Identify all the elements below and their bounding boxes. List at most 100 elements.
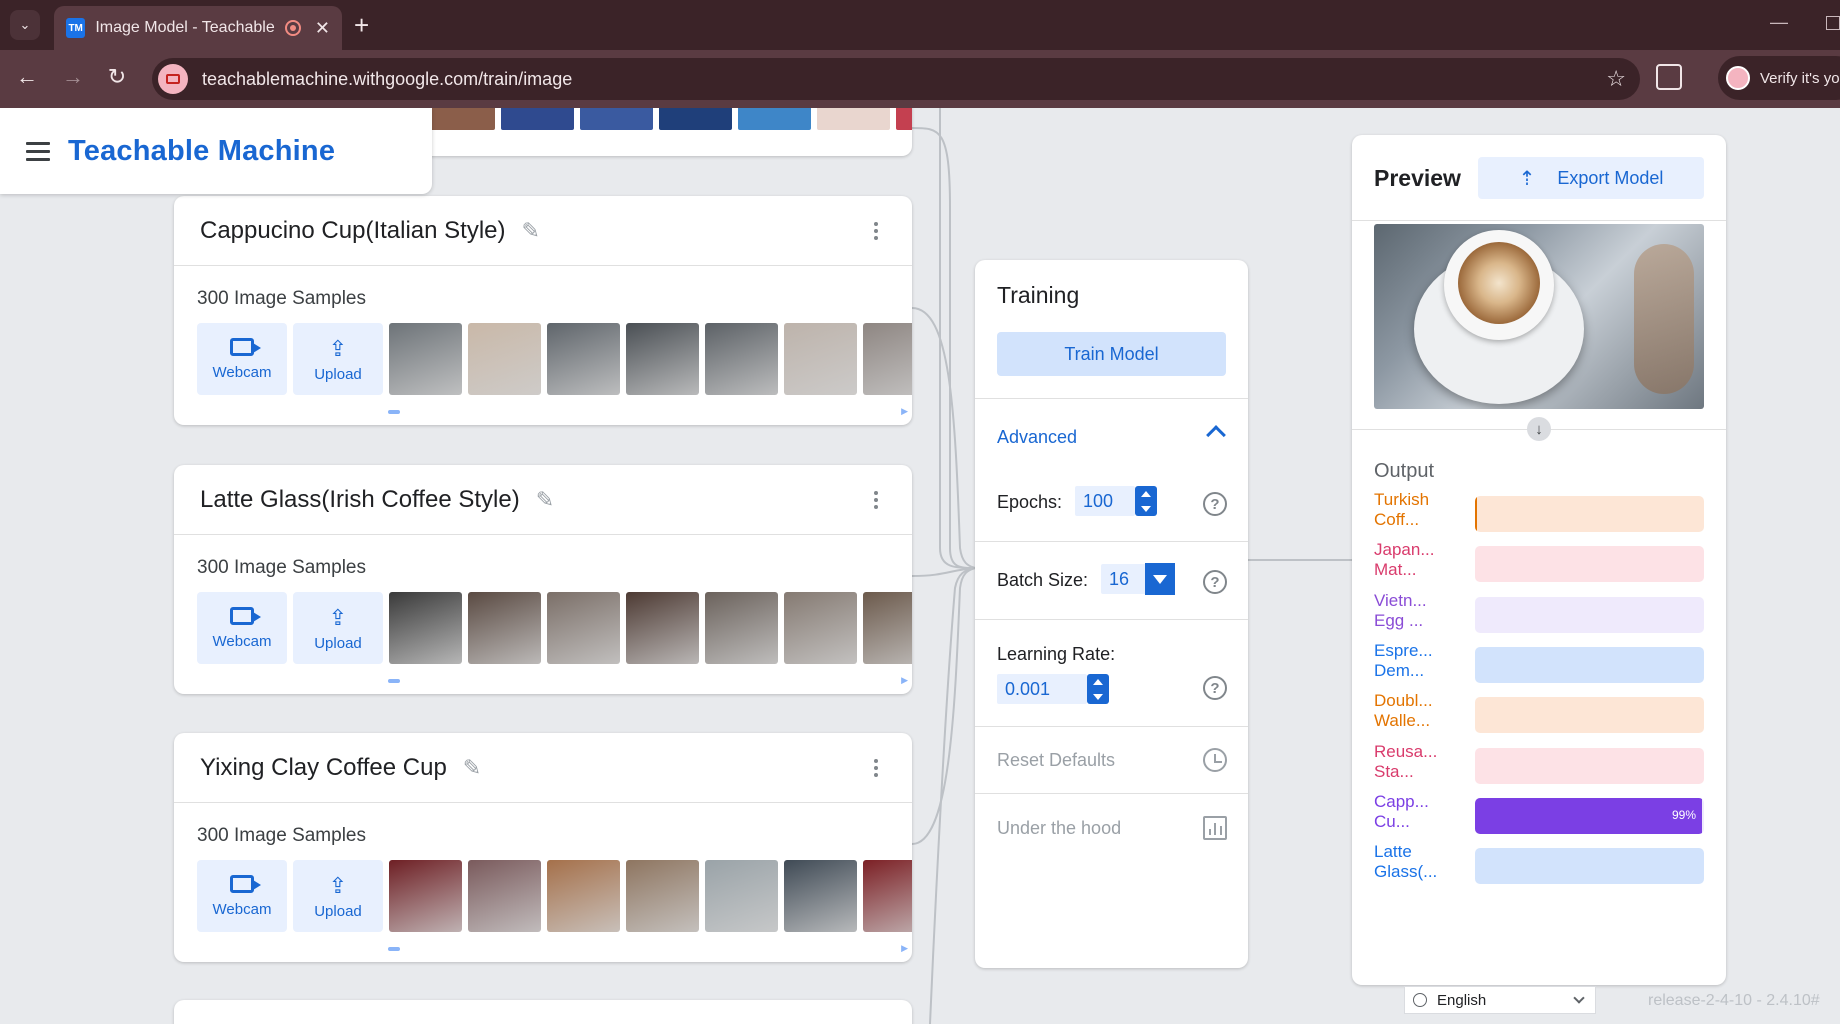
advanced-toggle[interactable]: Advanced xyxy=(997,427,1077,448)
edit-pencil-icon[interactable]: ✎ xyxy=(522,218,540,244)
sample-thumbnail[interactable] xyxy=(547,860,620,932)
training-title: Training xyxy=(997,282,1080,308)
bookmark-star-icon[interactable]: ☆ xyxy=(1606,66,1626,92)
sample-thumbnail[interactable] xyxy=(817,108,890,130)
tab-search-button[interactable]: ⌄ xyxy=(10,10,40,40)
output-row: Capp... Cu... 99% xyxy=(1374,792,1704,842)
edit-pencil-icon[interactable]: ✎ xyxy=(463,755,481,781)
extensions-icon[interactable] xyxy=(1656,64,1682,90)
sample-thumbnail[interactable] xyxy=(422,108,495,130)
sample-thumbnail[interactable] xyxy=(389,592,462,664)
reload-icon[interactable]: ↻ xyxy=(102,64,132,90)
sample-thumbnail[interactable] xyxy=(705,323,778,395)
sample-thumbnail[interactable] xyxy=(468,323,541,395)
sample-thumbnail[interactable] xyxy=(468,592,541,664)
confidence-bar xyxy=(1475,546,1704,583)
close-tab-icon[interactable]: ✕ xyxy=(315,18,330,39)
site-info-icon[interactable] xyxy=(158,64,188,94)
webcam-button[interactable]: Webcam xyxy=(197,860,287,932)
upload-label: Upload xyxy=(314,365,362,383)
dropdown-arrow-icon[interactable] xyxy=(1145,563,1175,595)
batch-size-select[interactable]: 16 xyxy=(1101,564,1147,594)
sample-thumbnail[interactable] xyxy=(389,323,462,395)
more-options-icon[interactable] xyxy=(874,491,878,509)
scroll-indicator[interactable] xyxy=(388,410,400,414)
class-name[interactable]: Latte Glass(Irish Coffee Style) xyxy=(200,486,520,514)
training-panel: Training Train Model Advanced Epochs: 10… xyxy=(975,260,1248,968)
sample-thumbnail[interactable] xyxy=(863,323,912,395)
sample-thumbnail[interactable] xyxy=(705,860,778,932)
help-icon[interactable]: ? xyxy=(1203,492,1227,516)
sample-thumbnail[interactable] xyxy=(738,108,811,130)
sample-thumbnail[interactable] xyxy=(501,108,574,130)
sample-thumbnail[interactable] xyxy=(784,860,857,932)
sample-thumbnail[interactable] xyxy=(863,860,912,932)
train-model-button[interactable]: Train Model xyxy=(997,332,1226,376)
webcam-label: Webcam xyxy=(212,900,272,918)
help-icon[interactable]: ? xyxy=(1203,676,1227,700)
output-class-label: Reusa... Sta... xyxy=(1374,741,1438,781)
upload-button[interactable]: ⇪ Upload xyxy=(293,860,383,932)
sample-thumbnail[interactable] xyxy=(468,860,541,932)
maximize-window-icon[interactable] xyxy=(1826,16,1840,30)
arrow-down-icon[interactable]: ↓ xyxy=(1527,417,1551,441)
reset-defaults-button[interactable]: Reset Defaults xyxy=(997,750,1115,771)
sample-thumbnail[interactable] xyxy=(580,108,653,130)
new-tab-button[interactable]: + xyxy=(354,10,369,41)
scroll-indicator[interactable] xyxy=(388,947,400,951)
brand-title[interactable]: Teachable Machine xyxy=(68,135,335,168)
more-options-icon[interactable] xyxy=(874,222,878,240)
sample-thumbnail[interactable] xyxy=(784,592,857,664)
forward-arrow-icon[interactable]: → xyxy=(58,64,88,90)
browser-tab[interactable]: TM Image Model - Teachable M ✕ xyxy=(54,6,342,50)
class-card: Latte Glass(Irish Coffee Style) ✎ 300 Im… xyxy=(174,465,912,694)
learning-rate-input[interactable]: 0.001 xyxy=(997,674,1087,704)
class-name[interactable]: Yixing Clay Coffee Cup xyxy=(200,754,447,782)
sample-thumbnail[interactable] xyxy=(784,323,857,395)
sample-thumbnail[interactable] xyxy=(626,860,699,932)
webcam-button[interactable]: Webcam xyxy=(197,592,287,664)
upload-button[interactable]: ⇪ Upload xyxy=(293,592,383,664)
webcam-button[interactable]: Webcam xyxy=(197,323,287,395)
help-icon[interactable]: ? xyxy=(1203,570,1227,594)
menu-icon[interactable] xyxy=(26,141,50,161)
under-the-hood-button[interactable]: Under the hood xyxy=(997,818,1121,839)
class-name[interactable]: Cappucino Cup(Italian Style) xyxy=(200,217,506,245)
scroll-right-icon[interactable]: ▶ xyxy=(901,675,908,686)
more-options-icon[interactable] xyxy=(874,759,878,777)
history-icon[interactable] xyxy=(1203,748,1227,772)
confidence-bar xyxy=(1475,747,1704,784)
export-model-button[interactable]: ⇡ Export Model xyxy=(1478,157,1704,199)
output-class-label: Japan... Mat... xyxy=(1374,540,1435,580)
edit-pencil-icon[interactable]: ✎ xyxy=(536,487,554,513)
scroll-right-icon[interactable]: ▶ xyxy=(901,943,908,954)
sample-thumbnail[interactable] xyxy=(626,592,699,664)
profile-button[interactable]: Verify it's yo xyxy=(1718,56,1840,100)
upload-icon: ⇪ xyxy=(328,872,348,898)
webcam-icon xyxy=(230,606,261,625)
learning-rate-stepper[interactable] xyxy=(1087,674,1109,704)
chevron-up-icon[interactable] xyxy=(1206,425,1226,445)
output-row: Vietn... Egg ... xyxy=(1374,591,1704,641)
sample-thumbnail[interactable] xyxy=(547,323,620,395)
webcam-label: Webcam xyxy=(212,632,272,650)
language-select[interactable]: English xyxy=(1404,986,1596,1014)
epochs-input[interactable]: 100 xyxy=(1075,486,1135,516)
confidence-bar xyxy=(1475,646,1704,683)
sample-thumbnail[interactable] xyxy=(705,592,778,664)
scroll-right-icon[interactable]: ▶ xyxy=(901,406,908,417)
address-bar[interactable]: teachablemachine.withgoogle.com/train/im… xyxy=(152,58,1640,100)
bar-chart-icon[interactable] xyxy=(1203,816,1227,840)
epochs-stepper[interactable] xyxy=(1135,486,1157,516)
sample-thumbnail[interactable] xyxy=(896,108,912,130)
minimize-window-icon[interactable]: — xyxy=(1770,12,1788,33)
upload-button[interactable]: ⇪ Upload xyxy=(293,323,383,395)
sample-thumbnail[interactable] xyxy=(659,108,732,130)
sample-thumbnail[interactable] xyxy=(626,323,699,395)
scroll-indicator[interactable] xyxy=(388,679,400,683)
sample-thumbnail[interactable] xyxy=(389,860,462,932)
url-text: teachablemachine.withgoogle.com/train/im… xyxy=(202,68,573,89)
back-arrow-icon[interactable]: ← xyxy=(12,64,42,90)
sample-thumbnail[interactable] xyxy=(547,592,620,664)
sample-thumbnail[interactable] xyxy=(863,592,912,664)
